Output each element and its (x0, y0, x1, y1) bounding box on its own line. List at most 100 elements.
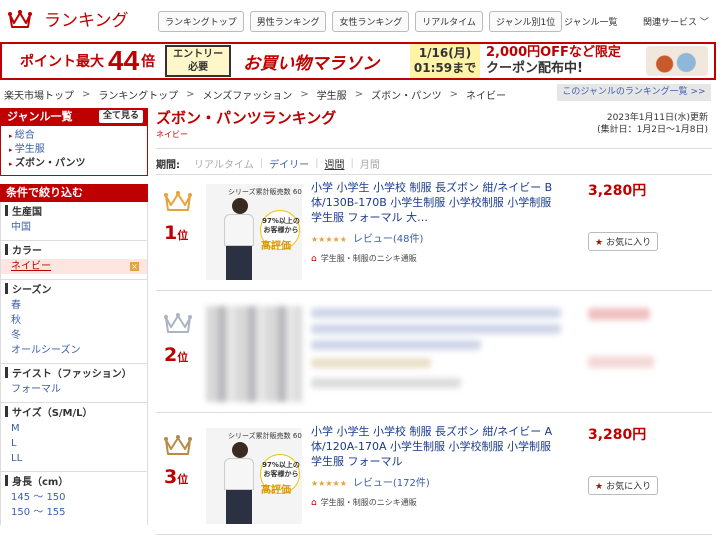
filter-option[interactable]: 145 ～ 150 (1, 490, 147, 505)
review-count-link[interactable]: レビュー(48件) (353, 234, 424, 245)
divider (156, 148, 712, 149)
favorite-button[interactable]: ★ お気に入り (588, 232, 659, 251)
filter-box: 生産国 中国 カラー ネイビー × シーズン 春 秋 冬 オールシーズン テイスト… (0, 202, 148, 525)
chevron-down-icon: ﹀ (697, 18, 709, 28)
genre-item-all[interactable]: 総合 (9, 129, 147, 143)
shop-label: 学生服・制服のニシキ通販 (320, 254, 417, 263)
filter-option[interactable]: LL (1, 451, 147, 466)
banner-food-image (646, 46, 708, 76)
see-all-button[interactable]: 全て見る (98, 110, 143, 123)
filter-option[interactable]: フォーマル (1, 382, 147, 397)
filter-option[interactable]: 150 ～ 155 (1, 505, 147, 520)
filter-option[interactable]: オールシーズン (1, 343, 147, 358)
product-price: 3,280円 (588, 427, 647, 443)
rank-suffix: 位 (177, 351, 189, 364)
genre-item-uniform[interactable]: 学生服 (9, 143, 147, 157)
clear-filter-icon[interactable]: × (130, 262, 139, 271)
date-line2: 01:59まで (413, 61, 477, 75)
period-daily[interactable]: デイリー (269, 156, 309, 171)
divider (156, 412, 712, 413)
blurred-title (311, 324, 561, 334)
favorite-label: お気に入り (606, 238, 652, 248)
period-selector: 期間: リアルタイム | デイリー | 週間 | 月間 (156, 156, 380, 171)
product-title-link[interactable]: 小学 小学生 小学校 制服 長ズボン 紺/ネイビー B体/130B-170B 小… (311, 180, 563, 225)
filter-option[interactable]: 春 (1, 298, 147, 313)
chevron-right-icon: > (82, 89, 91, 100)
blurred-rating (311, 358, 431, 368)
genre-list: 総合 学生服 ズボン・パンツ (1, 126, 147, 175)
breadcrumb-item[interactable]: ランキングトップ (98, 87, 178, 102)
marathon-banner[interactable]: ポイント最大 44 倍 エントリー 必要 お買い物マラソン 1/16(月) 01:5… (0, 42, 716, 80)
aggregation-period: (集計日：1月2日～1月8日) (597, 125, 708, 135)
filter-title: テイスト（ファッション） (1, 367, 147, 382)
ranking-item: 2位 (156, 302, 712, 422)
divider: | (259, 158, 264, 169)
divider (156, 290, 712, 291)
tab-realtime[interactable]: リアルタイム (415, 11, 483, 32)
period-monthly: 月間 (359, 160, 380, 171)
breadcrumb-item[interactable]: 学生服 (317, 87, 347, 102)
divider: | (315, 158, 319, 169)
filter-title: サイズ（S/M/L） (1, 406, 147, 421)
genre-ranking-list-link[interactable]: このジャンルのランキング一覧 >> (557, 84, 711, 101)
filter-section-height: 身長（cm） 145 ～ 150 150 ～ 155 (1, 471, 147, 525)
related-services-menu[interactable]: 関連サービス ﹀ (643, 15, 709, 28)
product-rating: ★★★★★ レビュー(172件) (311, 474, 430, 489)
filter-head: 条件で絞り込む (0, 184, 148, 202)
genre-head-label: ジャンル一覧 (7, 110, 73, 123)
divider (156, 174, 712, 175)
genre-list-link[interactable]: ジャンル一覧 (564, 15, 618, 28)
shop-name[interactable]: ⌂ 学生服・制服のニシキ通販 (311, 253, 417, 264)
product-title-link[interactable]: 小学 小学生 小学校 制服 長ズボン 紺/ネイビー A体/120A-170A 小… (311, 424, 563, 469)
blurred-shop (311, 378, 461, 388)
thumb-badge-high: 高評価 (261, 485, 291, 496)
filter-section-season: シーズン 春 秋 冬 オールシーズン (1, 279, 147, 363)
thumb-model-shirt (224, 458, 254, 490)
filter-option-selected[interactable]: ネイビー × (1, 259, 147, 274)
chevron-right-icon: > (354, 89, 364, 100)
filter-option[interactable]: L (1, 436, 147, 451)
star-icon: ★ (595, 238, 604, 248)
thumb-model-head (232, 442, 248, 458)
tab-female-ranking[interactable]: 女性ランキング (332, 11, 410, 32)
filter-option-label: ネイビー (11, 261, 51, 272)
thumb-model-pants (226, 246, 252, 280)
coupon-line1: 2,000円OFFなど限定 (486, 45, 621, 60)
banner-entry-badge: エントリー 必要 (165, 45, 232, 77)
period-weekly[interactable]: 週間 (324, 156, 344, 171)
blurred-price (588, 308, 650, 320)
product-rating: ★★★★★ レビュー(48件) (311, 230, 423, 245)
product-image[interactable]: シリーズ累計販売数 60,000枚突破 97%以上のお客様から 高評価 (206, 428, 302, 524)
blurred-title (311, 340, 481, 350)
filter-option[interactable]: 冬 (1, 328, 147, 343)
shop-name[interactable]: ⌂ 学生服・制服のニシキ通販 (311, 497, 417, 508)
logo-text: ランキング (44, 11, 129, 31)
genre-item-pants[interactable]: ズボン・パンツ (9, 157, 147, 171)
tab-genre-first[interactable]: ジャンル別1位 (488, 11, 563, 32)
ranking-item: 3位 シリーズ累計販売数 60,000枚突破 97%以上のお客様から 高評価 小… (156, 424, 712, 537)
product-image[interactable]: シリーズ累計販売数 60,000枚突破 97%以上のお客様から 高評価 (206, 184, 302, 280)
nav-tabs: ランキングトップ 男性ランキング 女性ランキング リアルタイム ジャンル別1位 (158, 11, 563, 32)
header: ランキング ランキングトップ 男性ランキング 女性ランキング リアルタイム ジャ… (0, 0, 725, 40)
thumb-caption: シリーズ累計販売数 60,000枚突破 (228, 188, 302, 196)
breadcrumb-item[interactable]: メンズファッション (202, 87, 292, 102)
breadcrumb-item[interactable]: ズボン・パンツ (371, 87, 442, 102)
rank-value: 3 (164, 466, 178, 488)
filter-option[interactable]: 秋 (1, 313, 147, 328)
filter-option[interactable]: M (1, 421, 147, 436)
favorite-button[interactable]: ★ お気に入り (588, 476, 659, 495)
breadcrumb-item[interactable]: ネイビー (466, 87, 506, 102)
breadcrumb: 楽天市場トップ > ランキングトップ > メンズファッション > 学生服 > ズボン・パ… (4, 87, 506, 102)
tab-ranking-top[interactable]: ランキングトップ (158, 11, 244, 32)
filter-option[interactable]: 中国 (1, 220, 147, 235)
breadcrumb-item[interactable]: 楽天市場トップ (4, 87, 74, 102)
genre-box: ジャンル一覧 全て見る 総合 学生服 ズボン・パンツ (0, 108, 148, 176)
review-count-link[interactable]: レビュー(172件) (353, 478, 430, 489)
home-icon: ⌂ (311, 254, 317, 264)
banner-point: ポイント最大 (20, 54, 104, 70)
period-realtime[interactable]: リアルタイム (194, 156, 254, 171)
ranking-logo[interactable]: ランキング (8, 6, 129, 31)
gold-crown-icon (164, 191, 192, 211)
product-price: 3,280円 (588, 183, 647, 199)
tab-male-ranking[interactable]: 男性ランキング (249, 11, 327, 32)
